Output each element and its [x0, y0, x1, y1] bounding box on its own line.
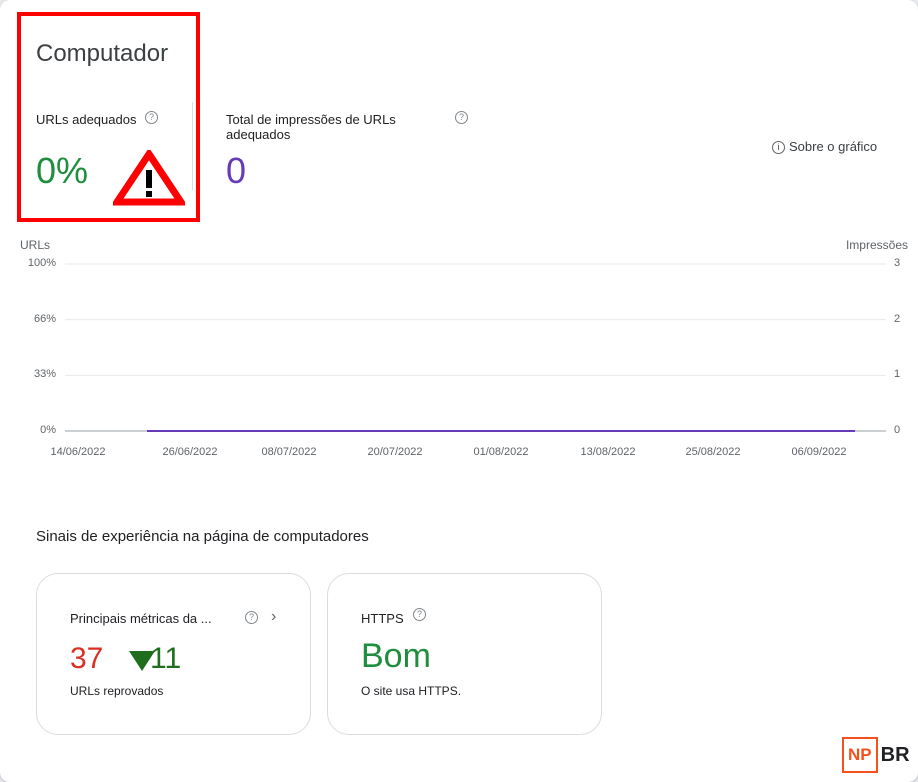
- https-card[interactable]: HTTPS ? Bom O site usa HTTPS.: [327, 573, 602, 735]
- y-right-tick: 1: [894, 368, 901, 381]
- signals-title: Sinais de experiência na página de compu…: [36, 528, 369, 545]
- core-web-vitals-card[interactable]: Principais métricas da ... ? › 37 11 URL…: [36, 573, 311, 735]
- x-tick-label: 13/08/2022: [580, 446, 636, 458]
- y-right-tick: 3: [894, 257, 901, 269]
- help-icon[interactable]: ?: [245, 611, 258, 624]
- impressions-chart: [65, 263, 886, 432]
- https-status: Bom: [361, 637, 431, 675]
- logo-br-text: BR: [880, 743, 910, 766]
- x-tick-label: 26/06/2022: [162, 446, 218, 458]
- x-tick-label: 14/06/2022: [50, 446, 106, 458]
- y-left-tick: 0%: [40, 424, 56, 436]
- x-tick-label: 08/07/2022: [261, 446, 317, 458]
- x-tick-label: 20/07/2022: [367, 446, 423, 458]
- help-icon[interactable]: ?: [413, 608, 426, 621]
- failed-url-caption: URLs reprovados: [70, 684, 164, 698]
- y-left-tick: 33%: [33, 368, 56, 381]
- failed-url-count: 37: [70, 642, 104, 675]
- logo-np-text: NP: [842, 737, 878, 773]
- y-left-tick: 66%: [33, 312, 56, 325]
- chevron-right-icon[interactable]: ›: [271, 608, 276, 626]
- x-tick-label: 25/08/2022: [685, 446, 741, 458]
- failed-url-delta: 11: [150, 642, 182, 675]
- y-right-tick: 2: [894, 312, 901, 325]
- y-left-tick: 100%: [27, 257, 56, 269]
- x-tick-label: 01/08/2022: [473, 446, 529, 458]
- performance-card: Computador URLs adequados ? 0% Total de …: [0, 0, 918, 782]
- x-tick-label: 06/09/2022: [791, 446, 847, 458]
- np-br-logo: NP BR: [842, 735, 910, 775]
- https-caption: O site usa HTTPS.: [361, 684, 462, 698]
- https-label: HTTPS: [361, 611, 404, 626]
- core-web-vitals-label: Principais métricas da ...: [70, 611, 212, 626]
- y-right-tick: 0: [894, 424, 901, 436]
